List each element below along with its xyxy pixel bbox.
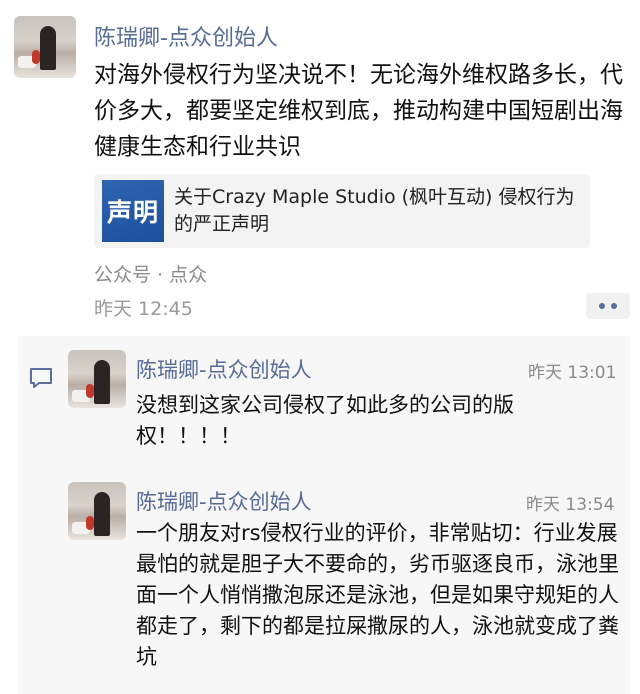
more-dots-icon — [599, 303, 605, 309]
avatar-photo — [68, 482, 126, 540]
comment-text: 没想到这家公司侵权了如此多的公司的版权！！！！ — [136, 393, 514, 448]
comment-avatar[interactable] — [68, 482, 126, 540]
link-thumbnail: 声明 — [102, 180, 164, 242]
comment-author-name[interactable]: 陈瑞卿-点众创始人 — [136, 354, 312, 384]
article-link-card[interactable]: 声明 关于Crazy Maple Studio (枫叶互动) 侵权行为的严正声明 — [94, 174, 590, 248]
link-title: 关于Crazy Maple Studio (枫叶互动) 侵权行为的严正声明 — [174, 186, 575, 235]
comment-author-name[interactable]: 陈瑞卿-点众创始人 — [136, 486, 312, 516]
comment-time: 昨天 13:01 — [528, 363, 617, 383]
comment-avatar[interactable] — [68, 350, 126, 408]
comment-text: 一个朋友对rs侵权行业的评价，非常贴切：行业发展最怕的就是胆子大不要命的，劣币驱… — [136, 521, 619, 669]
post-text: 对海外侵权行为坚决说不！无论海外维权路多长，代价多大，都要坚定维权到底，推动构建… — [94, 62, 623, 160]
post-source[interactable]: 公众号 · 点众 — [94, 260, 207, 287]
moments-post: 陈瑞卿-点众创始人 对海外侵权行为坚决说不！无论海外维权路多长，代价多大，都要坚… — [0, 0, 640, 334]
comment-icon — [30, 368, 52, 388]
more-dot — [611, 303, 617, 309]
more-actions-button[interactable] — [586, 293, 630, 319]
comment-item: 陈瑞卿-点众创始人 昨天 13:54 一个朋友对rs侵权行业的评价，非常贴切：行… — [68, 482, 630, 682]
comment-item: 陈瑞卿-点众创始人 昨天 13:01 没想到这家公司侵权了如此多的公司的版权！！… — [68, 350, 630, 460]
comment-time: 昨天 13:54 — [526, 495, 615, 515]
post-author-name[interactable]: 陈瑞卿-点众创始人 — [94, 20, 278, 52]
post-time: 昨天 12:45 — [94, 298, 193, 320]
comment-section: 陈瑞卿-点众创始人 昨天 13:01 没想到这家公司侵权了如此多的公司的版权！！… — [18, 336, 630, 694]
avatar-photo — [14, 16, 76, 78]
author-avatar[interactable] — [14, 16, 76, 78]
avatar-photo — [68, 350, 126, 408]
